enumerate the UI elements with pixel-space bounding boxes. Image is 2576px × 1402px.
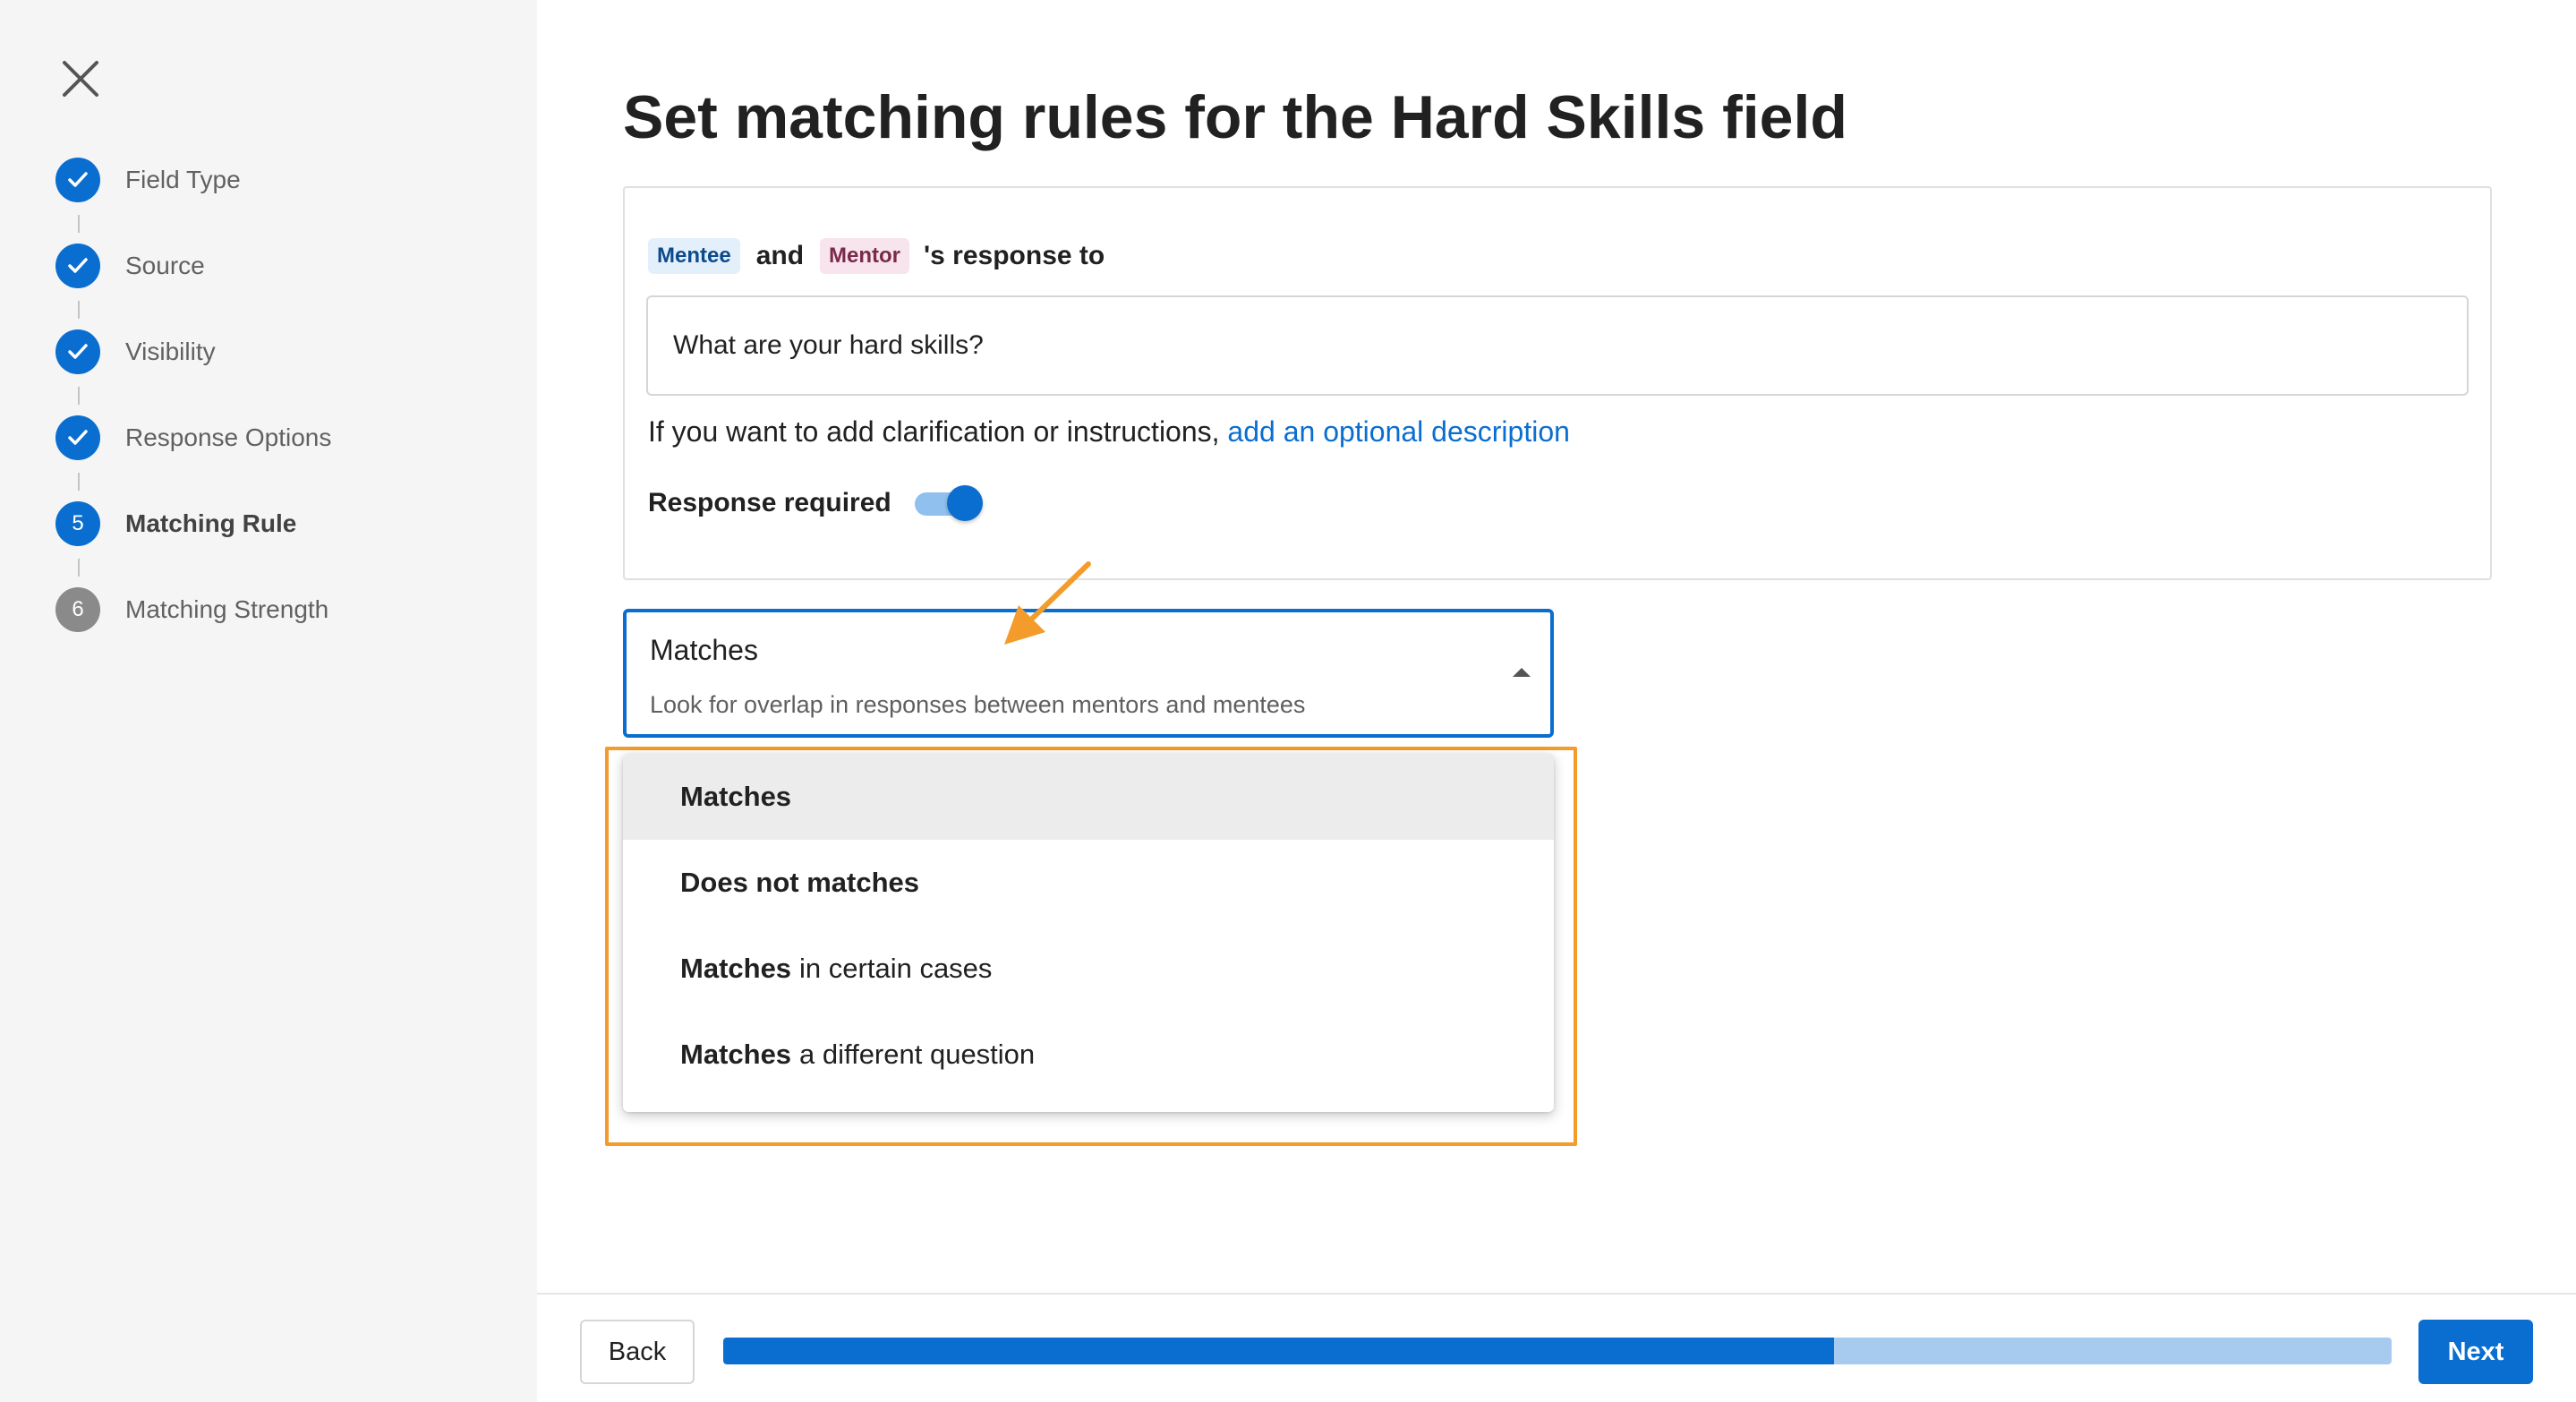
step-number-badge: 6 bbox=[55, 587, 100, 632]
question-card: Mentee and Mentor 's response to If you … bbox=[623, 186, 2492, 580]
step-label: Visibility bbox=[125, 338, 216, 365]
step-connector bbox=[78, 301, 80, 319]
option-does-not-match[interactable]: Does not matches bbox=[623, 840, 1554, 926]
mentee-tag: Mentee bbox=[648, 238, 740, 274]
step-source[interactable]: Source bbox=[55, 244, 331, 329]
close-icon bbox=[63, 61, 98, 97]
option-matches[interactable]: Matches bbox=[623, 754, 1554, 840]
progress-bar bbox=[723, 1338, 2392, 1364]
option-matches-different-question[interactable]: Matches a different question bbox=[623, 1012, 1554, 1098]
option-rest: a different question bbox=[799, 1039, 1036, 1070]
step-number-badge: 5 bbox=[55, 501, 100, 546]
back-button[interactable]: Back bbox=[580, 1320, 695, 1384]
close-button[interactable] bbox=[52, 50, 109, 107]
caret-up-icon bbox=[1513, 668, 1531, 677]
step-label: Matching Strength bbox=[125, 595, 329, 623]
step-connector bbox=[78, 473, 80, 491]
option-strong: Matches bbox=[680, 953, 792, 984]
help-text: If you want to add clarification or inst… bbox=[648, 415, 1220, 448]
step-connector bbox=[78, 215, 80, 233]
select-description: Look for overlap in responses between me… bbox=[650, 691, 1306, 718]
check-icon bbox=[55, 415, 100, 460]
step-connector bbox=[78, 559, 80, 577]
step-matching-strength[interactable]: 6 Matching Strength bbox=[55, 587, 331, 673]
annotation-arrow-icon bbox=[1004, 561, 1091, 645]
step-field-type[interactable]: Field Type bbox=[55, 158, 331, 244]
option-strong: Does not matches bbox=[680, 867, 920, 898]
step-label: Source bbox=[125, 252, 205, 279]
description-help: If you want to add clarification or inst… bbox=[648, 415, 1570, 449]
step-label: Matching Rule bbox=[125, 509, 297, 537]
stepper: Field Type Source Visibility Response Op… bbox=[55, 158, 331, 673]
check-icon bbox=[55, 329, 100, 374]
check-icon bbox=[55, 244, 100, 288]
step-visibility[interactable]: Visibility bbox=[55, 329, 331, 415]
next-button[interactable]: Next bbox=[2418, 1320, 2533, 1384]
step-label: Response Options bbox=[125, 423, 332, 451]
check-icon bbox=[55, 158, 100, 202]
option-rest: in certain cases bbox=[799, 953, 993, 984]
step-response-options[interactable]: Response Options bbox=[55, 415, 331, 501]
select-value: Matches bbox=[650, 634, 758, 666]
progress-fill bbox=[723, 1338, 1835, 1364]
step-connector bbox=[78, 387, 80, 405]
response-required-label: Response required bbox=[648, 488, 891, 517]
toggle-thumb bbox=[946, 485, 983, 521]
page-title: Set matching rules for the Hard Skills f… bbox=[623, 83, 1847, 151]
question-input[interactable] bbox=[646, 295, 2469, 396]
and-text: and bbox=[755, 241, 805, 270]
step-matching-rule[interactable]: 5 Matching Rule bbox=[55, 501, 331, 587]
response-heading: Mentee and Mentor 's response to bbox=[648, 238, 1105, 274]
matching-rule-dropdown: Matches Does not matches Matches in cert… bbox=[623, 754, 1554, 1112]
step-label: Field Type bbox=[125, 166, 241, 193]
sidebar: Field Type Source Visibility Response Op… bbox=[0, 0, 537, 1402]
add-description-link[interactable]: add an optional description bbox=[1227, 415, 1570, 448]
response-required-toggle[interactable] bbox=[914, 485, 983, 521]
mentor-tag: Mentor bbox=[820, 238, 910, 274]
option-strong: Matches bbox=[680, 781, 792, 812]
response-required-row: Response required bbox=[648, 485, 983, 521]
option-matches-certain-cases[interactable]: Matches in certain cases bbox=[623, 926, 1554, 1012]
option-strong: Matches bbox=[680, 1039, 792, 1070]
response-to-text: 's response to bbox=[924, 241, 1105, 270]
